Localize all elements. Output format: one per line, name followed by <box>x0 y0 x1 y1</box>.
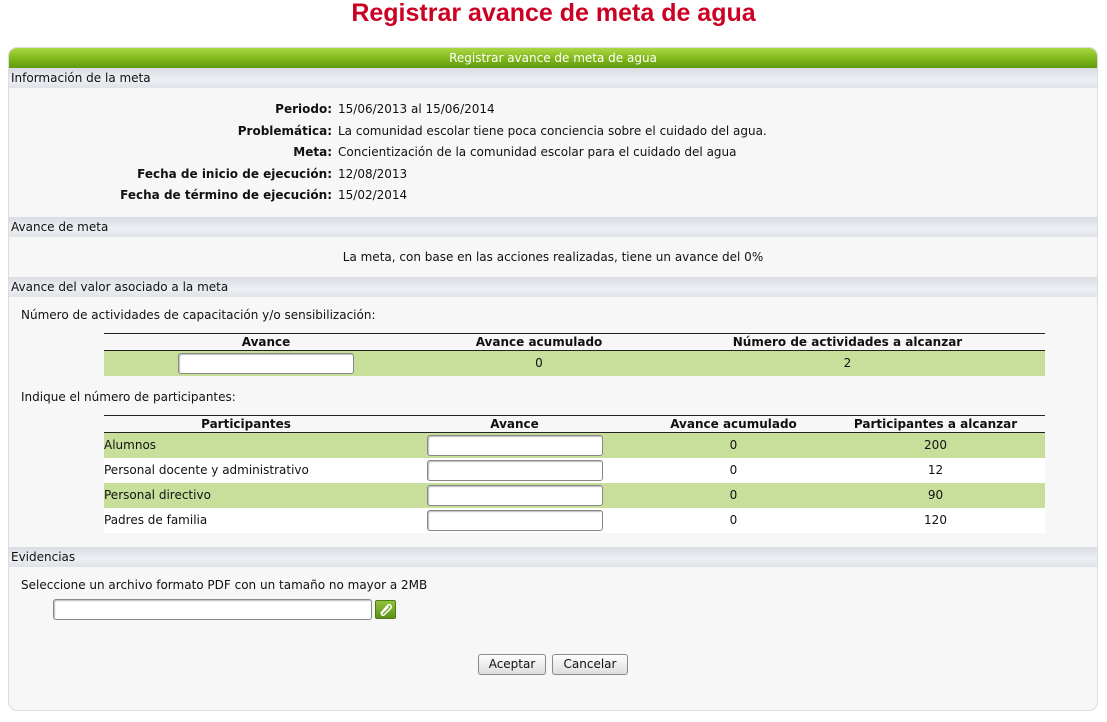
column-header: Número de actividades a alcanzar <box>650 333 1045 351</box>
participants-label: Indique el número de participantes: <box>21 390 236 404</box>
avance-cell <box>388 482 641 508</box>
table-row: Padres de familia 0 120 <box>104 507 1045 533</box>
participant-avance-input[interactable] <box>426 509 603 531</box>
cancel-button[interactable]: Cancelar <box>552 654 628 675</box>
section-title-info: Información de la meta <box>9 68 1097 88</box>
column-header: Avance acumulado <box>641 415 826 433</box>
panel-header: Registrar avance de meta de agua <box>9 48 1097 68</box>
section-title-progress: Avance de meta <box>9 217 1097 237</box>
form-panel: Registrar avance de meta de agua Informa… <box>8 47 1098 711</box>
info-row-fecha-termino: Fecha de término de ejecución: 15/02/201… <box>9 186 1097 204</box>
info-value: 12/08/2013 <box>338 167 408 181</box>
avance-cell <box>388 432 641 458</box>
acumulado-cell: 0 <box>428 350 650 376</box>
activities-table: Avance Avance acumulado Número de activi… <box>104 333 1045 376</box>
acumulado-cell: 0 <box>641 432 826 458</box>
info-label: Problemática: <box>237 124 332 138</box>
table-row: Alumnos 0 200 <box>104 432 1045 458</box>
alcanzar-cell: 12 <box>826 457 1045 483</box>
info-row-problematica: Problemática: La comunidad escolar tiene… <box>9 122 1097 140</box>
column-header: Participantes a alcanzar <box>826 415 1045 433</box>
section-title-value: Avance del valor asociado a la meta <box>9 277 1097 297</box>
participant-name: Alumnos <box>104 432 388 458</box>
info-value: La comunidad escolar tiene poca concienc… <box>338 124 767 138</box>
attach-file-button[interactable] <box>375 600 396 619</box>
info-value: 15/02/2014 <box>338 188 408 202</box>
info-row-meta: Meta: Concientización de la comunidad es… <box>9 143 1097 161</box>
section-title-evidence: Evidencias <box>9 547 1097 567</box>
avance-cell <box>104 350 428 376</box>
info-label: Fecha de término de ejecución: <box>120 188 332 202</box>
file-path-input[interactable] <box>53 599 372 620</box>
alcanzar-cell: 90 <box>826 482 1045 508</box>
column-header: Avance <box>388 415 641 433</box>
column-header: Avance acumulado <box>428 333 650 351</box>
info-row-periodo: Periodo: 15/06/2013 al 15/06/2014 <box>9 100 1097 118</box>
activities-label: Número de actividades de capacitación y/… <box>21 308 376 322</box>
participant-avance-input[interactable] <box>426 484 603 506</box>
evidence-instructions: Seleccione un archivo formato PDF con un… <box>21 578 428 592</box>
info-label: Fecha de inicio de ejecución: <box>137 167 332 181</box>
paperclip-icon <box>380 603 393 617</box>
acumulado-cell: 0 <box>641 507 826 533</box>
avance-cell <box>388 507 641 533</box>
participants-table: Participantes Avance Avance acumulado Pa… <box>104 415 1045 533</box>
avance-cell <box>388 457 641 483</box>
table-row: Personal docente y administrativo 0 12 <box>104 457 1045 483</box>
alcanzar-cell: 200 <box>826 432 1045 458</box>
info-value: 15/06/2013 al 15/06/2014 <box>338 102 495 116</box>
page-title: Registrar avance de meta de agua <box>351 0 756 27</box>
participant-avance-input[interactable] <box>426 459 603 481</box>
participant-name: Personal directivo <box>104 482 388 508</box>
info-value: Concientización de la comunidad escolar … <box>338 145 737 159</box>
column-header: Avance <box>104 333 428 351</box>
acumulado-cell: 0 <box>641 482 826 508</box>
accept-button[interactable]: Aceptar <box>478 654 546 675</box>
table-row: 0 2 <box>104 350 1045 376</box>
column-header: Participantes <box>104 415 388 433</box>
participant-avance-input[interactable] <box>426 434 603 456</box>
alcanzar-cell: 2 <box>650 350 1045 376</box>
alcanzar-cell: 120 <box>826 507 1045 533</box>
info-label: Meta: <box>293 145 332 159</box>
progress-text: La meta, con base en las acciones realiz… <box>342 250 764 264</box>
info-label: Periodo: <box>275 102 332 116</box>
table-row: Personal directivo 0 90 <box>104 482 1045 508</box>
info-row-fecha-inicio: Fecha de inicio de ejecución: 12/08/2013 <box>9 165 1097 183</box>
participant-name: Padres de familia <box>104 507 388 533</box>
acumulado-cell: 0 <box>641 457 826 483</box>
activities-avance-input[interactable] <box>178 352 354 374</box>
participant-name: Personal docente y administrativo <box>104 457 388 483</box>
